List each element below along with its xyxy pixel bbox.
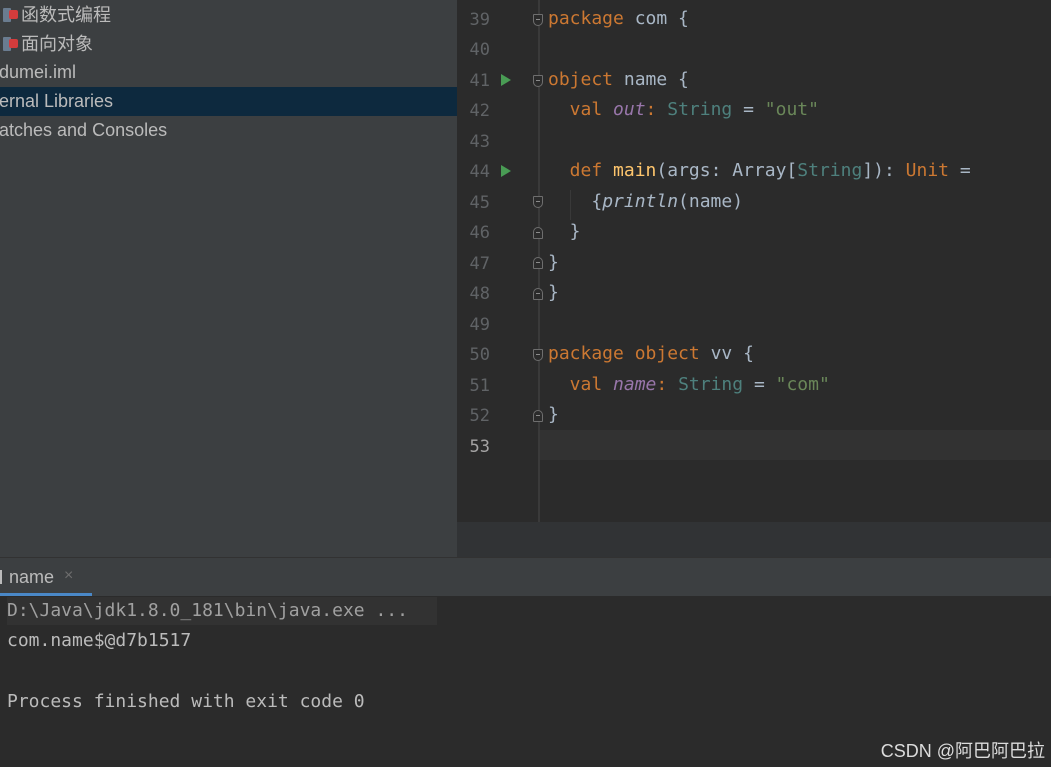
code-line-51[interactable]: val name: String = "com" — [548, 374, 830, 396]
type-name: String — [667, 99, 733, 120]
code-line-44[interactable]: def main(args: Array[String]): Unit = — [548, 160, 971, 182]
tree-item-oop[interactable]: 面向对象 — [0, 30, 457, 59]
code-text: ]): — [862, 160, 906, 181]
run-icon[interactable] — [501, 74, 511, 86]
line-number: 39 — [469, 10, 490, 30]
line-number: 44 — [469, 162, 490, 182]
tab-edge — [0, 570, 2, 584]
code-line-50[interactable]: package object vv { — [548, 343, 754, 365]
fold-end-icon[interactable] — [533, 227, 543, 239]
line-number: 41 — [469, 71, 490, 91]
punctuation: : — [656, 374, 679, 395]
current-line-highlight — [540, 430, 1051, 460]
keyword: object — [634, 343, 700, 364]
line-number: 50 — [469, 345, 490, 365]
type-keyword: Unit — [905, 160, 950, 181]
keyword: object — [548, 69, 614, 90]
string-literal: "out" — [764, 99, 819, 120]
fold-icon[interactable] — [533, 196, 543, 208]
operator: = — [743, 374, 776, 395]
code-line-52[interactable]: } — [548, 404, 559, 426]
field-name: out — [613, 99, 646, 120]
keyword: package — [548, 8, 624, 29]
editor-bottom-area — [457, 522, 1051, 557]
keyword: val — [548, 374, 614, 395]
function-call: println — [602, 191, 679, 212]
fold-icon[interactable] — [533, 14, 543, 26]
tree-item-label: 函数式编程 — [21, 5, 111, 25]
watermark: CSDN @阿巴阿巴拉 — [880, 741, 1045, 761]
code-line-48[interactable]: } — [548, 282, 559, 304]
line-number: 40 — [469, 40, 490, 60]
field-name: name — [613, 374, 657, 395]
fold-icon[interactable] — [533, 75, 543, 87]
fold-end-icon[interactable] — [533, 288, 543, 300]
run-tool-tabbar: name × — [0, 557, 1051, 596]
code-line-46[interactable]: } — [548, 221, 581, 243]
project-tree-panel: 函数式编程 面向对象 dumei.iml ernal Libraries atc… — [0, 0, 457, 557]
tree-item-label: ernal Libraries — [0, 91, 114, 111]
keyword: val — [548, 99, 614, 120]
package-icon — [3, 36, 19, 52]
line-number: 42 — [469, 101, 490, 121]
console-output-line: com.name$@d7b1517 — [7, 630, 192, 651]
close-icon[interactable]: × — [64, 567, 73, 585]
keyword: package — [548, 343, 624, 364]
line-number: 47 — [469, 254, 490, 274]
line-number: 43 — [469, 132, 490, 152]
keyword: def — [548, 160, 614, 181]
line-number: 51 — [469, 376, 490, 396]
code-line-41[interactable]: object name { — [548, 69, 689, 91]
code-line-42[interactable]: val out: String = "out" — [548, 99, 819, 121]
line-number: 45 — [469, 193, 490, 213]
tree-item-scratches-consoles[interactable]: atches and Consoles — [0, 116, 457, 145]
code-line-45[interactable]: {println(name) — [548, 191, 743, 213]
fold-icon[interactable] — [533, 349, 543, 361]
operator: = — [732, 99, 765, 120]
code-line-39[interactable]: package com { — [548, 8, 689, 30]
string-literal: "com" — [775, 374, 830, 395]
code-text: (name) — [678, 191, 744, 212]
line-number: 49 — [469, 315, 490, 335]
line-number: 52 — [469, 406, 490, 426]
line-number: 46 — [469, 223, 490, 243]
code-text: vv { — [699, 343, 754, 364]
line-number-current: 53 — [469, 437, 490, 457]
tree-item-functional-programming[interactable]: 函数式编程 — [0, 1, 457, 30]
code-text: (args: Array[ — [656, 160, 798, 181]
package-icon — [3, 7, 19, 23]
run-tab-label: name — [9, 567, 55, 587]
tree-item-label: dumei.iml — [0, 62, 77, 82]
line-number: 48 — [469, 284, 490, 304]
tree-item-iml-file[interactable]: dumei.iml — [0, 58, 457, 87]
console-exit-line: Process finished with exit code 0 — [7, 691, 365, 712]
code-text: { — [548, 191, 603, 212]
function-name: main — [613, 160, 657, 181]
code-line-47[interactable]: } — [548, 252, 559, 274]
code-text: name { — [613, 69, 689, 90]
run-tab-name[interactable]: name × — [0, 558, 92, 596]
tree-item-label: 面向对象 — [21, 34, 93, 54]
fold-end-icon[interactable] — [533, 257, 543, 269]
type-name: String — [797, 160, 863, 181]
type-name: String — [678, 374, 744, 395]
console-command-line[interactable]: D:\Java\jdk1.8.0_181\bin\java.exe ... — [7, 597, 437, 625]
tree-item-label: atches and Consoles — [0, 120, 168, 140]
punctuation: : — [645, 99, 668, 120]
code-text: com { — [623, 8, 689, 29]
code-text: = — [949, 160, 971, 181]
run-icon[interactable] — [501, 165, 511, 177]
tree-item-external-libraries[interactable]: ernal Libraries — [0, 87, 457, 116]
fold-end-icon[interactable] — [533, 410, 543, 422]
